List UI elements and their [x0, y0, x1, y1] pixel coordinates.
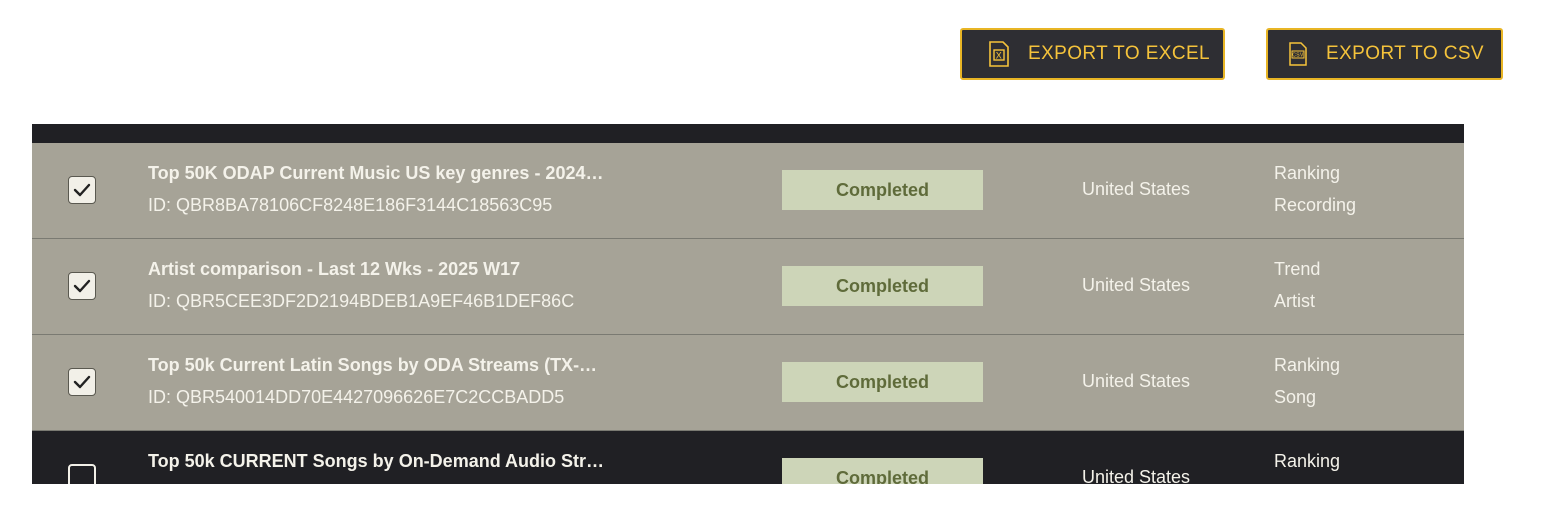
- report-country: United States: [1082, 371, 1191, 391]
- reports-table: Top 50K ODAP Current Music US key genres…: [32, 124, 1464, 484]
- row-checkbox[interactable]: [68, 464, 96, 484]
- report-subtype: Recording: [1274, 195, 1357, 215]
- table-row[interactable]: Top 50k CURRENT Songs by On-Demand Audio…: [32, 431, 1464, 484]
- status-badge: Completed: [782, 362, 983, 402]
- report-type: Trend: [1274, 259, 1321, 279]
- export-to-excel-button[interactable]: X EXPORT TO EXCEL: [960, 28, 1225, 80]
- table-header: [32, 124, 1464, 143]
- checkmark-icon: [73, 279, 91, 293]
- report-id: ID: QBR540014DD70E4427096626E7C2CCBADD5: [148, 387, 565, 407]
- report-title[interactable]: Artist comparison - Last 12 Wks - 2025 W…: [148, 259, 628, 280]
- report-country: United States: [1082, 179, 1191, 199]
- status-badge: Completed: [782, 266, 983, 306]
- report-title[interactable]: Top 50k CURRENT Songs by On-Demand Audio…: [148, 451, 628, 472]
- excel-icon-letter: X: [996, 51, 1002, 61]
- table-row[interactable]: Artist comparison - Last 12 Wks - 2025 W…: [32, 239, 1464, 335]
- report-subtype: Artist: [1274, 291, 1316, 311]
- report-title[interactable]: Top 50k Current Latin Songs by ODA Strea…: [148, 355, 628, 376]
- report-country: United States: [1082, 467, 1191, 484]
- export-to-csv-label: EXPORT TO CSV: [1326, 43, 1484, 64]
- checkmark-icon: [73, 183, 91, 197]
- report-id: ID: QBR5CEE3DF2D2194BDEB1A9EF46B1DEF86C: [148, 291, 575, 311]
- table-row[interactable]: Top 50k Current Latin Songs by ODA Strea…: [32, 335, 1464, 431]
- report-type: Ranking: [1274, 355, 1341, 375]
- status-badge: Completed: [782, 458, 983, 484]
- csv-file-icon: CSV: [1288, 42, 1308, 66]
- row-checkbox[interactable]: [68, 272, 96, 300]
- checkmark-icon: [73, 375, 91, 389]
- report-type: Ranking: [1274, 451, 1341, 471]
- report-type: Ranking: [1274, 163, 1341, 183]
- row-checkbox[interactable]: [68, 176, 96, 204]
- csv-icon-text: CSV: [1292, 53, 1304, 59]
- row-checkbox[interactable]: [68, 368, 96, 396]
- report-subtype: Song: [1274, 387, 1317, 407]
- status-badge: Completed: [782, 170, 983, 210]
- export-to-excel-label: EXPORT TO EXCEL: [1028, 43, 1211, 64]
- export-to-csv-button[interactable]: CSV EXPORT TO CSV: [1266, 28, 1503, 80]
- table-row[interactable]: Top 50K ODAP Current Music US key genres…: [32, 143, 1464, 239]
- report-country: United States: [1082, 275, 1191, 295]
- report-title[interactable]: Top 50K ODAP Current Music US key genres…: [148, 163, 628, 184]
- report-id: ID: QBR8BA78106CF8248E186F3144C18563C95: [148, 195, 553, 215]
- excel-file-icon: X: [988, 41, 1010, 67]
